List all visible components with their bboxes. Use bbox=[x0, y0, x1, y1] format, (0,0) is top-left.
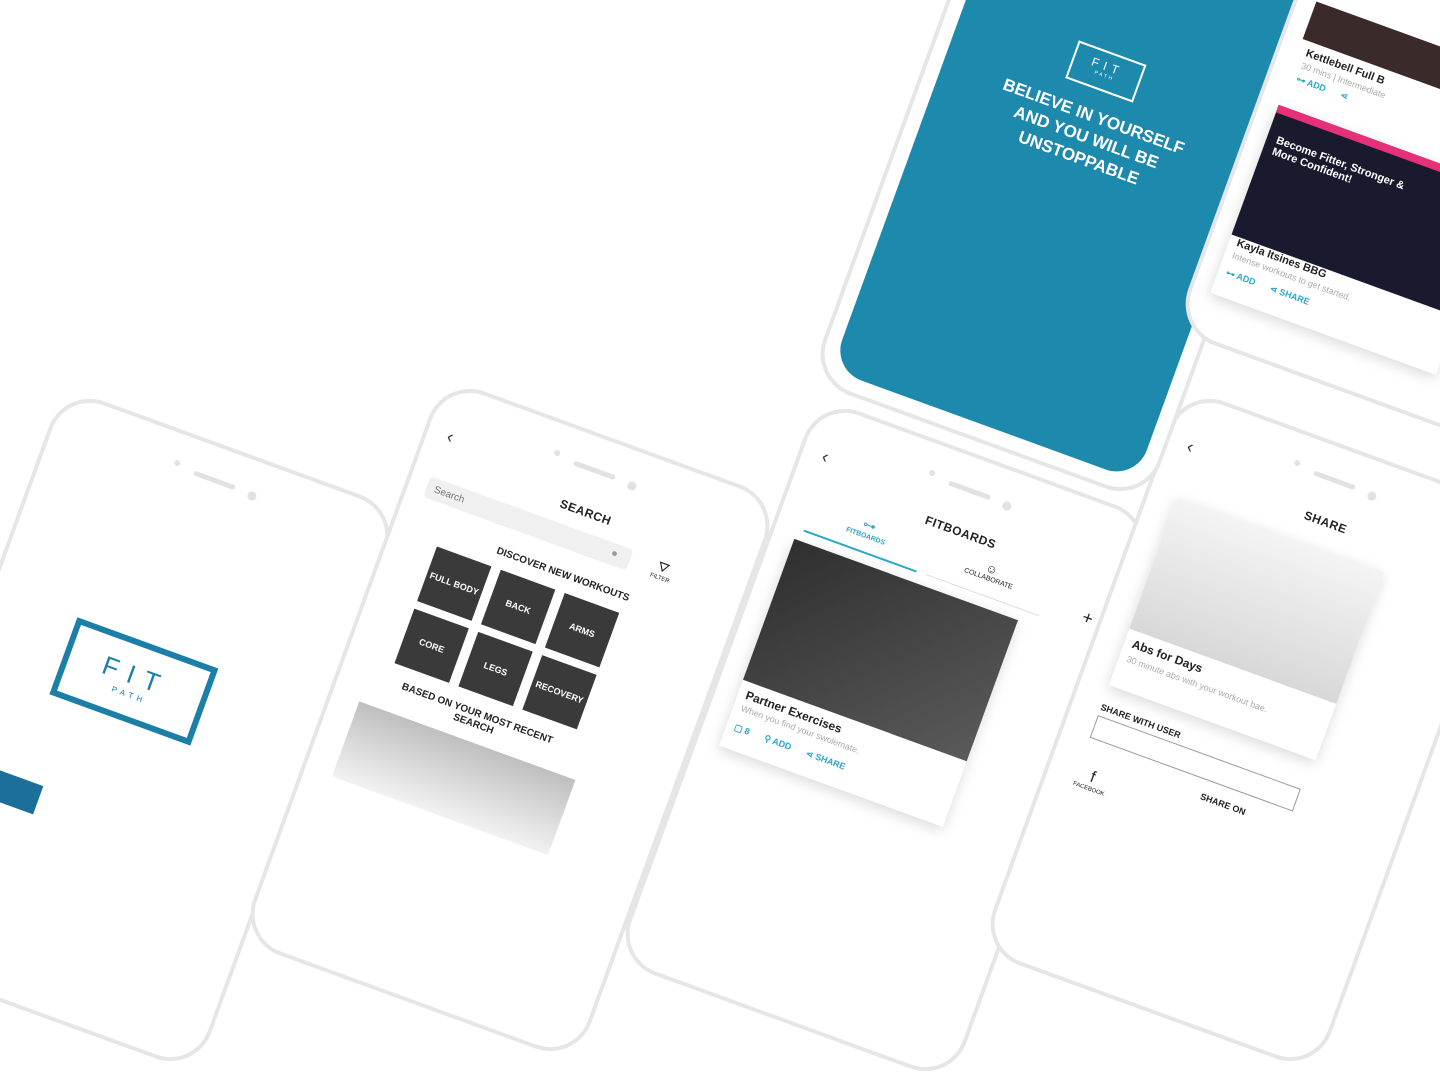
recent-result-card[interactable] bbox=[331, 701, 576, 856]
facebook-button[interactable]: f FACEBOOK bbox=[1072, 764, 1111, 798]
category-tile-legs[interactable]: LEGS bbox=[458, 631, 533, 707]
phone-camera bbox=[1366, 490, 1378, 502]
fit-path-logo: FIT PATH bbox=[49, 617, 219, 746]
share-button[interactable]: ⋖ SHARE bbox=[804, 748, 847, 773]
category-tile-recovery[interactable]: RECOVERY bbox=[522, 655, 597, 730]
category-tile-arms[interactable]: ARMS bbox=[544, 593, 620, 668]
category-tile-full-body[interactable]: FULL BODY bbox=[417, 546, 492, 621]
share-label: SHARE bbox=[1277, 286, 1312, 307]
phone-notch bbox=[947, 480, 992, 501]
workout-card-bbg[interactable]: Become Fitter, Stronger & More Confident… bbox=[1210, 104, 1440, 375]
phone-speaker bbox=[1293, 459, 1301, 467]
add-label: ADD bbox=[1235, 271, 1257, 288]
category-tile-core[interactable]: CORE bbox=[394, 608, 469, 683]
phone-camera bbox=[1001, 500, 1013, 512]
phone-camera bbox=[246, 490, 258, 502]
share-button[interactable]: ⋖ bbox=[1339, 90, 1350, 103]
promo-headline: Become Fitter, Stronger & More Confident… bbox=[1270, 134, 1407, 193]
category-tile-back[interactable]: BACK bbox=[480, 569, 556, 645]
add-label: ADD bbox=[1305, 77, 1328, 94]
add-button[interactable]: ⊶ ADD bbox=[1224, 267, 1257, 288]
back-button[interactable]: ‹ bbox=[1184, 436, 1196, 458]
add-board-button[interactable]: + bbox=[1079, 607, 1096, 630]
share-label: SHARE bbox=[813, 751, 847, 772]
phone-speaker bbox=[928, 469, 936, 477]
share-icon: ⋖ bbox=[1339, 89, 1350, 102]
back-button[interactable]: ‹ bbox=[444, 426, 456, 448]
phone-notch bbox=[192, 470, 237, 491]
count-badge: ▢ 8 bbox=[732, 722, 751, 738]
fit-path-logo: FIT PATH bbox=[1065, 40, 1147, 103]
add-label: ADD bbox=[771, 735, 793, 753]
phone-speaker bbox=[553, 449, 561, 457]
phone-notch bbox=[1312, 470, 1357, 491]
add-button[interactable]: ⚲ ADD bbox=[763, 733, 793, 753]
motivation-quote: BELIEVE IN YOURSELF AND YOU WILL BE UNST… bbox=[1000, 74, 1187, 189]
back-button[interactable]: ‹ bbox=[819, 446, 831, 468]
phone-notch bbox=[572, 460, 617, 481]
phone-camera bbox=[626, 480, 638, 492]
phone-speaker bbox=[173, 459, 181, 467]
filter-button[interactable]: ⛛ FILTER bbox=[649, 556, 676, 585]
